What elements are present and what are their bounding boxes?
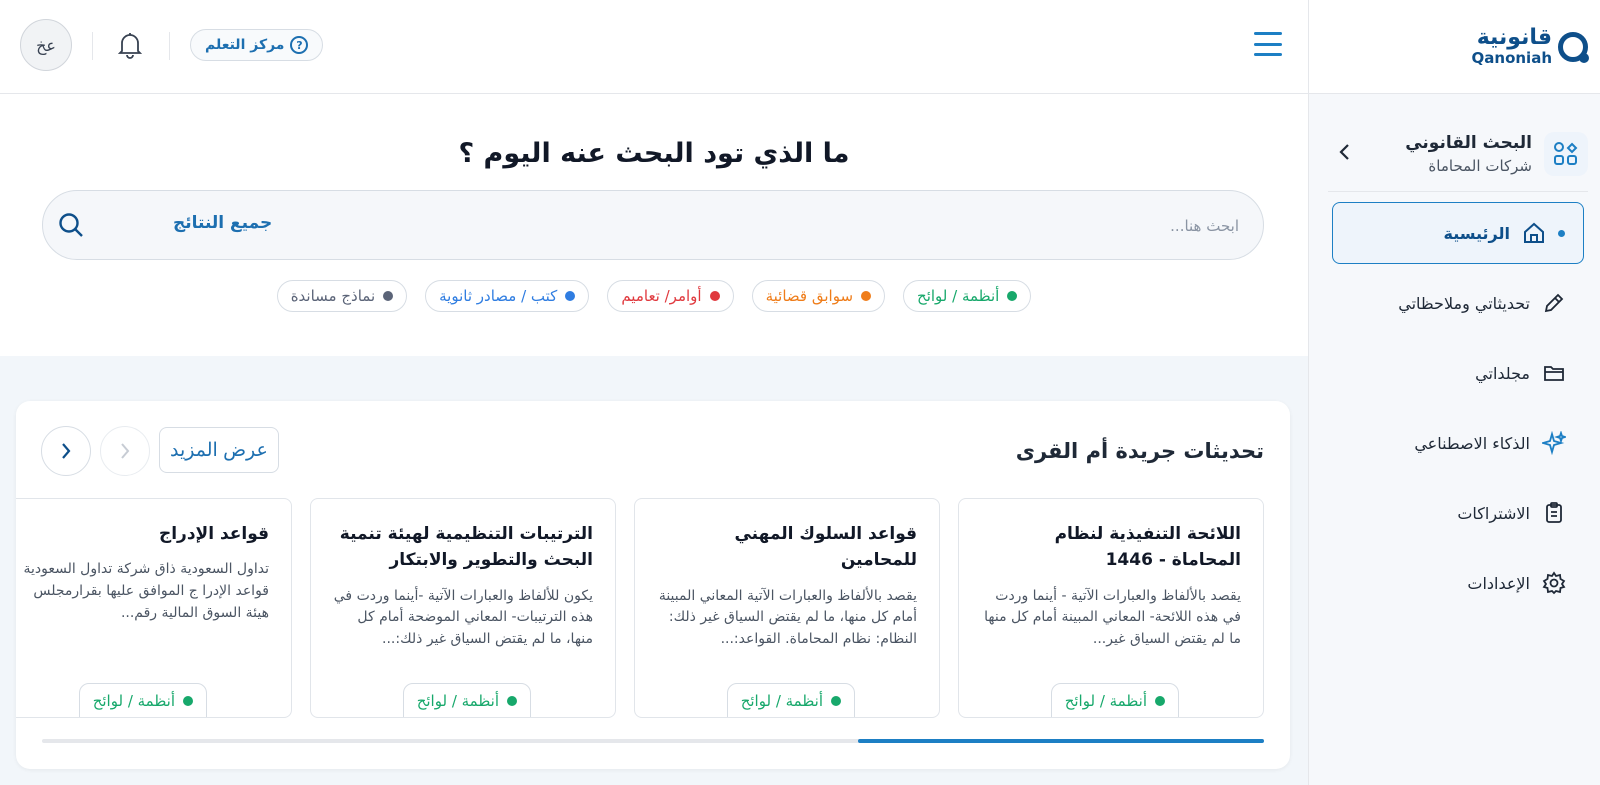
filter-chip-orders[interactable]: أوامر/ تعاميم — [607, 280, 734, 312]
filter-chip-regulations[interactable]: أنظمة / لوائح — [903, 280, 1032, 312]
search-icon[interactable] — [57, 211, 85, 239]
brand-name-en: Qanoniah — [1471, 49, 1552, 67]
folder-icon — [1542, 361, 1566, 385]
workspace-title: البحث القانوني — [1405, 132, 1532, 153]
sidebar-item-label: تحديثاتي وملاحظاتي — [1398, 293, 1530, 313]
carousel-next-button[interactable] — [41, 426, 91, 476]
updates-panel: تحديثات جريدة أم القرى عرض المزيد اللائح… — [16, 401, 1290, 769]
sidebar-item-label: مجلداتي — [1475, 363, 1530, 383]
card-tag[interactable]: أنظمة / لوائح — [402, 683, 531, 717]
chip-label: سوابق قضائية — [765, 287, 854, 305]
sidebar-item-updates[interactable]: تحديثاتي وملاحظاتي — [1332, 272, 1584, 334]
home-icon — [1522, 221, 1546, 245]
sidebar-item-ai[interactable]: الذكاء الاصطناعي — [1332, 412, 1584, 474]
chevron-right-icon — [62, 443, 71, 459]
chevron-right-icon — [121, 443, 130, 459]
help-icon: ? — [290, 36, 309, 54]
card-title: قواعد الإدراج — [158, 524, 269, 544]
card-tag[interactable]: أنظمة / لوائح — [78, 683, 207, 717]
filter-chip-books[interactable]: كتب / مصادر ثانوية — [425, 280, 590, 312]
header-divider — [92, 32, 93, 60]
learning-center-button[interactable]: ? مركز التعلم — [190, 29, 324, 61]
brand-name-ar: قانونية — [1476, 25, 1552, 50]
tag-label: أنظمة / لوائح — [740, 692, 823, 710]
card-tag[interactable]: أنظمة / لوائح — [1050, 683, 1179, 717]
chip-dot — [565, 291, 576, 301]
updates-title: تحديثات جريدة أم القرى — [1015, 439, 1264, 463]
tag-label: أنظمة / لوائح — [92, 692, 175, 710]
chip-dot — [1007, 291, 1018, 301]
carousel-scrollbar[interactable] — [42, 739, 1264, 743]
sidebar-item-label: الاشتراكات — [1457, 503, 1530, 523]
update-card[interactable]: اللائحة التنفيذية لنظام المحاماة - 1446 … — [958, 498, 1264, 718]
tag-dot — [507, 696, 517, 706]
scrollbar-thumb[interactable] — [858, 739, 1264, 743]
chip-label: أنظمة / لوائح — [917, 287, 1000, 305]
workspace-subtitle: شركات المحاماة — [1428, 156, 1532, 175]
sidebar-item-label: الإعدادات — [1467, 573, 1530, 593]
learning-center-label: مركز التعلم — [205, 37, 285, 53]
sidebar-item-subscriptions[interactable]: الاشتراكات — [1332, 482, 1584, 544]
carousel-prev-button[interactable] — [100, 426, 150, 476]
pencil-icon — [1542, 291, 1566, 315]
chip-label: أوامر/ تعاميم — [621, 287, 702, 305]
card-excerpt: يقصد بالألفاظ والعبارات الآتية - أينما و… — [984, 587, 1241, 648]
header-divider — [169, 32, 170, 60]
search-bar[interactable]: جميع النتائج — [42, 190, 1264, 260]
sidebar-nav: الرئيسية تحديثاتي وملاحظاتي مجلداتي الذك… — [1332, 202, 1584, 622]
filter-chip-precedents[interactable]: سوابق قضائية — [751, 280, 886, 312]
sidebar: قانونية Qanoniah البحث القانوني شركات ال… — [1308, 0, 1600, 785]
page-title: ما الذي تود البحث عنه اليوم ؟ — [458, 138, 850, 169]
chip-dot — [861, 291, 872, 301]
filter-chip-templates[interactable]: نماذج مساندة — [276, 280, 408, 312]
sidebar-item-settings[interactable]: الإعدادات — [1332, 552, 1584, 614]
active-indicator — [1558, 229, 1565, 237]
card-excerpt: يكون للألفاظ والعبارات الآتية -أينما ورد… — [333, 587, 593, 648]
menu-toggle-icon[interactable] — [1254, 32, 1282, 56]
chip-dot — [709, 291, 720, 301]
sidebar-item-label: الرئيسية — [1443, 223, 1511, 243]
card-excerpt: يقصد بالألفاظ والعبارات الآتية المعاني ا… — [658, 587, 917, 648]
card-title: الترتيبات التنظيمية لهيئة تنمية البحث وا… — [339, 524, 593, 571]
update-card[interactable]: قواعد السلوك المهني للمحامين يقصد بالألف… — [634, 498, 940, 718]
sparkle-icon — [1542, 431, 1566, 455]
updates-carousel: اللائحة التنفيذية لنظام المحاماة - 1446 … — [16, 498, 1290, 718]
card-excerpt: تداول السعودية ذاق شركة تداول السعودية ق… — [23, 561, 269, 621]
apps-icon — [1544, 131, 1588, 176]
chip-label: كتب / مصادر ثانوية — [439, 287, 558, 305]
sidebar-item-label: الذكاء الاصطناعي — [1414, 433, 1530, 453]
chevron-left-icon[interactable] — [1338, 142, 1352, 166]
tag-dot — [831, 696, 841, 706]
workspace-switcher[interactable]: البحث القانوني شركات المحاماة — [1328, 120, 1588, 192]
tag-label: أنظمة / لوائح — [416, 692, 499, 710]
tag-label: أنظمة / لوائح — [1064, 692, 1147, 710]
top-header: عخ ? مركز التعلم — [0, 0, 1308, 94]
brand-mark-icon — [1558, 31, 1589, 63]
logo-area: قانونية Qanoniah — [1309, 0, 1600, 94]
sidebar-item-home[interactable]: الرئيسية — [1332, 202, 1584, 264]
clipboard-icon — [1542, 501, 1566, 525]
filter-chips: أنظمة / لوائح سوابق قضائية أوامر/ تعاميم… — [0, 280, 1308, 312]
update-card[interactable]: الترتيبات التنظيمية لهيئة تنمية البحث وا… — [310, 498, 616, 718]
brand-logo[interactable]: قانونية Qanoniah — [1471, 25, 1589, 67]
tag-dot — [183, 696, 193, 706]
chip-dot — [383, 291, 394, 301]
bell-icon[interactable] — [117, 31, 143, 59]
avatar[interactable]: عخ — [20, 19, 72, 71]
search-section: ما الذي تود البحث عنه اليوم ؟ جميع النتا… — [0, 94, 1308, 356]
search-scope-select[interactable]: جميع النتائج — [173, 213, 272, 233]
chip-label: نماذج مساندة — [290, 287, 376, 305]
tag-dot — [1155, 696, 1165, 706]
show-more-button[interactable]: عرض المزيد — [159, 427, 279, 473]
card-tag[interactable]: أنظمة / لوائح — [726, 683, 855, 717]
card-title: قواعد السلوك المهني للمحامين — [734, 524, 917, 571]
gear-icon — [1542, 571, 1566, 595]
search-input[interactable] — [639, 211, 1239, 241]
sidebar-item-folders[interactable]: مجلداتي — [1332, 342, 1584, 404]
update-card[interactable]: قواعد الإدراج تداول السعودية ذاق شركة تد… — [16, 498, 292, 718]
card-title: اللائحة التنفيذية لنظام المحاماة - 1446 — [1054, 524, 1241, 571]
